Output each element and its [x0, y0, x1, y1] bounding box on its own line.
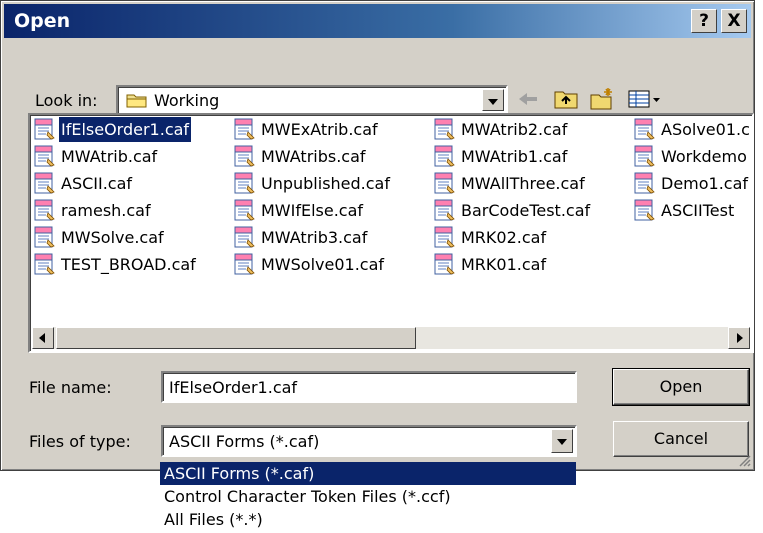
file-item-name: Demo1.caf [661, 174, 749, 193]
chevron-down-icon[interactable] [551, 429, 573, 453]
caf-file-icon [434, 118, 455, 140]
caf-file-icon [434, 145, 455, 167]
caf-file-icon [234, 145, 255, 167]
caf-file-icon [34, 199, 55, 221]
help-button[interactable]: ? [691, 9, 717, 33]
caf-file-icon [234, 226, 255, 248]
dropdown-option-control-char[interactable]: Control Character Token Files (*.ccf) [160, 485, 576, 508]
dropdown-option-ascii-forms[interactable]: ASCII Forms (*.caf) [160, 462, 576, 485]
caf-file-icon [34, 172, 55, 194]
file-item-name: MWAtrib3.caf [261, 228, 368, 247]
file-item-name: IfElseOrder1.caf [57, 116, 193, 143]
chevron-down-icon[interactable] [482, 89, 504, 111]
new-folder-icon[interactable] [589, 87, 615, 111]
file-item-name: Workdemo [661, 147, 747, 166]
dialog-title: Open [14, 10, 71, 32]
file-item-name: ASolve01.c [661, 120, 750, 139]
folder-icon [126, 94, 147, 108]
open-dialog: Open ? X Look in: Working IfElseOrder1.c… [0, 0, 755, 471]
caf-file-icon [234, 172, 255, 194]
scroll-right-button[interactable] [728, 327, 750, 349]
back-arrow-icon[interactable] [515, 87, 541, 111]
file-item-name: ramesh.caf [61, 201, 151, 220]
horizontal-scrollbar[interactable] [32, 327, 750, 349]
scroll-left-button[interactable] [32, 327, 54, 349]
caf-file-icon [434, 199, 455, 221]
file-item-name: MRK02.caf [461, 228, 547, 247]
look-in-label: Look in: [35, 91, 98, 110]
file-item-name: MWAtribs.caf [261, 147, 366, 166]
caf-file-icon [234, 118, 255, 140]
file-item-name: Unpublished.caf [261, 174, 390, 193]
file-item-name: MWAtrib.caf [61, 147, 158, 166]
cancel-button[interactable]: Cancel [613, 421, 749, 457]
file-type-label: Files of type: [29, 432, 131, 451]
file-item-name: TEST_BROAD.caf [61, 255, 196, 274]
file-list[interactable]: IfElseOrder1.caf MWAtrib.caf ASCII.caf rame… [28, 113, 754, 353]
caf-file-icon [634, 172, 655, 194]
file-type-select[interactable]: ASCII Forms (*.caf) [161, 425, 577, 457]
file-item-name: ASCII.caf [61, 174, 133, 193]
resize-grip-icon[interactable] [737, 453, 751, 467]
up-folder-icon[interactable] [553, 87, 579, 111]
file-type-dropdown-list[interactable]: ASCII Forms (*.caf) Control Character To… [160, 462, 576, 533]
look-in-combo[interactable]: Working [116, 85, 508, 115]
file-item-name: MWSolve.caf [61, 228, 164, 247]
file-item-name: BarCodeTest.caf [461, 201, 591, 220]
view-menu-icon[interactable] [627, 87, 663, 111]
caf-file-icon [234, 199, 255, 221]
file-item-name: MWAllThree.caf [461, 174, 585, 193]
file-name-field[interactable]: IfElseOrder1.caf [161, 371, 577, 403]
file-item-name: MWExAtrib.caf [261, 120, 378, 139]
chevron-right-icon [737, 333, 743, 343]
dropdown-option-all-files[interactable]: All Files (*.*) [160, 508, 576, 531]
scroll-thumb[interactable] [56, 327, 416, 349]
caf-file-icon [634, 118, 655, 140]
caf-file-icon [634, 145, 655, 167]
caf-file-icon [234, 253, 255, 275]
caf-file-icon [34, 118, 55, 140]
caf-file-icon [434, 172, 455, 194]
caf-file-icon [434, 253, 455, 275]
close-button[interactable]: X [721, 9, 747, 33]
file-item-name: MRK01.caf [461, 255, 547, 274]
file-item-name: MWAtrib2.caf [461, 120, 568, 139]
caf-file-icon [34, 226, 55, 248]
title-bar[interactable]: Open ? X [4, 4, 751, 38]
file-item-name: ASCIITest [661, 201, 735, 220]
file-item-name: MWSolve01.caf [261, 255, 385, 274]
file-type-value: ASCII Forms (*.caf) [169, 432, 320, 451]
caf-file-icon [34, 253, 55, 275]
caf-file-icon [34, 145, 55, 167]
chevron-left-icon [39, 333, 45, 343]
file-name-value: IfElseOrder1.caf [169, 378, 298, 397]
file-item-name: MWAtrib1.caf [461, 147, 568, 166]
caf-file-icon [434, 226, 455, 248]
look-in-value: Working [154, 91, 220, 110]
caf-file-icon [634, 199, 655, 221]
file-item-name: MWIfElse.caf [261, 201, 364, 220]
open-button[interactable]: Open [612, 368, 750, 406]
file-name-label: File name: [29, 378, 112, 397]
